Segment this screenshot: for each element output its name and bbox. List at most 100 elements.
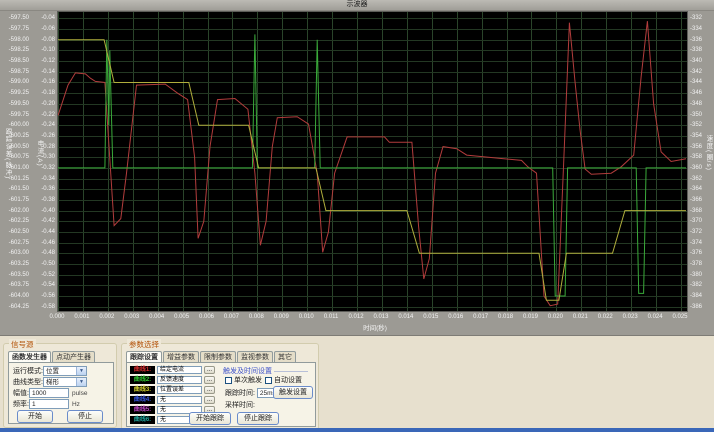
tick-label: -0.12: [29, 58, 55, 64]
tick-label: -603.75: [0, 282, 29, 288]
chevron-down-icon[interactable]: ▼: [76, 367, 86, 375]
tick-label: 0.025: [668, 314, 692, 320]
tick-label: -598.50: [0, 58, 29, 64]
field-input[interactable]: 1: [29, 399, 69, 409]
field-value: 位置: [46, 368, 59, 375]
channel-browse-button[interactable]: ...: [204, 376, 215, 384]
auto-set-checkbox[interactable]: [265, 377, 272, 384]
single-trigger-row: 单次触发: [225, 375, 262, 386]
tick-label: -604.00: [0, 293, 29, 299]
tick-label: -0.04: [29, 15, 55, 21]
tick-label: -374: [690, 240, 714, 246]
tick-label: 0.013: [369, 314, 393, 320]
tick-label: -0.40: [29, 208, 55, 214]
tick-label: 0.022: [593, 314, 617, 320]
tick-label: -336: [690, 37, 714, 43]
field-select[interactable]: 梯形▼: [43, 377, 87, 387]
tick-label: -342: [690, 69, 714, 75]
channel-row: 曲线4:无...: [130, 396, 215, 405]
channel-row: 曲线3:位置误差...: [130, 386, 215, 395]
channel-value-input[interactable]: 反馈速度: [157, 376, 202, 384]
field-row: 运行模式:位置 ▼: [13, 366, 87, 377]
tick-label: -598.75: [0, 69, 29, 75]
tick-label: -602.00: [0, 208, 29, 214]
tick-label: -597.50: [0, 15, 29, 21]
field-label: 幅值:: [13, 390, 29, 397]
tick-label: -378: [690, 261, 714, 267]
trace-3: [58, 40, 686, 301]
tick-label: -344: [690, 79, 714, 85]
chevron-down-icon[interactable]: ▼: [76, 378, 86, 386]
channel-chip: 曲线3:: [130, 386, 155, 394]
tick-label: 0.015: [419, 314, 443, 320]
tick-label: -599.75: [0, 112, 29, 118]
window-bottom-edge: [0, 428, 714, 432]
tick-label: 0.005: [170, 314, 194, 320]
tick-label: -602.50: [0, 229, 29, 235]
field-label: 频率:: [13, 401, 29, 408]
stop-button[interactable]: 停止: [67, 410, 103, 423]
tick-label: -602.25: [0, 218, 29, 224]
channel-chip: 曲线6:: [130, 416, 155, 424]
tick-label: 0.018: [494, 314, 518, 320]
channel-chip: 曲线5:: [130, 406, 155, 414]
channel-browse-button[interactable]: ...: [204, 366, 215, 374]
axis-x-title: 时间(秒): [330, 322, 420, 332]
tick-label: 0.024: [643, 314, 667, 320]
tick-label: -603.25: [0, 261, 29, 267]
tick-label: -0.14: [29, 69, 55, 75]
tick-label: -348: [690, 101, 714, 107]
single-trigger-label: 单次触发: [234, 377, 262, 384]
tick-label: 0.004: [145, 314, 169, 320]
channel-value-input[interactable]: 位置误差: [157, 386, 202, 394]
axis-x-ticks: 0.0000.0010.0020.0030.0040.0050.0060.007…: [57, 314, 697, 322]
tick-label: -0.16: [29, 79, 55, 85]
tick-label: 0.009: [269, 314, 293, 320]
tick-label: -601.75: [0, 197, 29, 203]
channel-row: 曲线1:给定电流...: [130, 366, 215, 375]
tick-label: -599.00: [0, 79, 29, 85]
tick-label: -350: [690, 112, 714, 118]
field-input[interactable]: 1000: [29, 388, 69, 398]
tick-label: 0.016: [444, 314, 468, 320]
tick-label: -384: [690, 293, 714, 299]
tick-label: -372: [690, 229, 714, 235]
tick-label: 0.021: [568, 314, 592, 320]
tick-label: -362: [690, 176, 714, 182]
tick-label: -604.25: [0, 304, 29, 310]
tick-label: -0.34: [29, 176, 55, 182]
sample-time-row: 采样时间:: [225, 400, 255, 411]
start-button[interactable]: 开始: [17, 410, 53, 423]
trigger-setup-button[interactable]: 触发设置: [273, 386, 313, 399]
tick-label: 0.011: [319, 314, 343, 320]
channel-value-input[interactable]: 给定电流: [157, 366, 202, 374]
stop-trace-button[interactable]: 停止跟踪: [237, 412, 279, 425]
channel-browse-button[interactable]: ...: [204, 396, 215, 404]
tick-label: -0.48: [29, 250, 55, 256]
tick-label: -370: [690, 218, 714, 224]
tick-label: -598.25: [0, 47, 29, 53]
single-trigger-checkbox[interactable]: [225, 377, 232, 384]
channel-browse-button[interactable]: ...: [204, 386, 215, 394]
field-unit: pulse: [72, 390, 88, 397]
tick-label: -346: [690, 90, 714, 96]
tick-label: -0.54: [29, 282, 55, 288]
oscilloscope-title: 示波器: [0, 0, 714, 11]
tick-label: -602.75: [0, 240, 29, 246]
trace-2: [58, 34, 686, 296]
tick-label: -364: [690, 186, 714, 192]
channel-value-input[interactable]: 无: [157, 396, 202, 404]
axis-left1-title: 跟踪误差(脉冲): [2, 128, 12, 179]
field-label: 运行模式:: [13, 368, 43, 375]
tick-label: 0.019: [518, 314, 542, 320]
tick-label: -338: [690, 47, 714, 53]
trace-1: [58, 21, 686, 306]
field-select[interactable]: 位置 ▼: [43, 366, 87, 376]
field-unit: Hz: [72, 401, 80, 408]
trigger-section-header-label: 触发及时间设置: [223, 368, 272, 375]
start-trace-button[interactable]: 开始跟踪: [189, 412, 231, 425]
channel-chip: 曲线1:: [130, 366, 155, 374]
control-area: 信号源 函数发生器点动产生器 运行模式:位置▼曲线类型:梯形▼幅值:1000pu…: [0, 337, 714, 432]
param-select-group-title: 参数选择: [127, 339, 161, 350]
tick-label: -0.36: [29, 186, 55, 192]
